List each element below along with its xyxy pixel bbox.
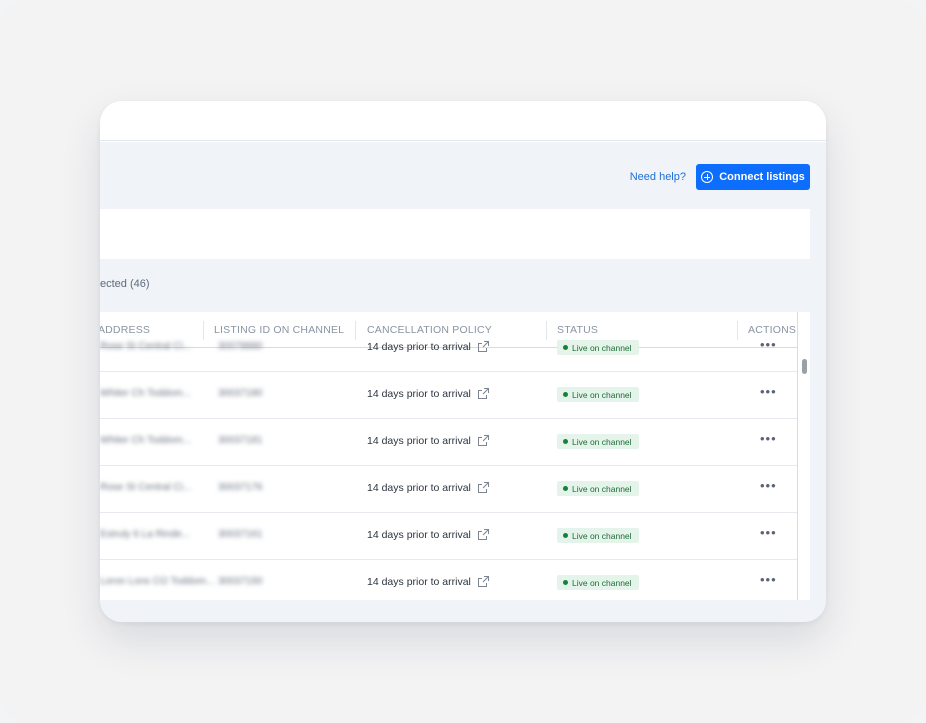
status-dot-icon: [563, 392, 568, 397]
top-bar: [100, 101, 826, 141]
status-badge: Live on channel: [557, 575, 639, 590]
status-badge: Live on channel: [557, 340, 639, 355]
status-dot-icon: [563, 486, 568, 491]
status-dot-icon: [563, 345, 568, 350]
more-actions-icon[interactable]: •••: [760, 526, 777, 539]
more-actions-icon[interactable]: •••: [760, 385, 777, 398]
row-address: Rose St Central Ci...: [100, 482, 192, 493]
page-header: Need help? Connect listings: [100, 164, 810, 190]
row-address: Estruly 6 La Rinde...: [100, 529, 191, 540]
listings-table: 'S ADDRESS LISTING ID ON CHANNEL CANCELL…: [100, 312, 810, 600]
row-cancellation-policy[interactable]: 14 days prior to arrival: [367, 481, 490, 494]
table-row[interactable]: Rose St Central Ci... 30037176 14 days p…: [100, 466, 797, 513]
row-address: Loron Lons CO Toddom...: [100, 576, 215, 587]
policy-text: 14 days prior to arrival: [367, 434, 471, 447]
status-dot-icon: [563, 439, 568, 444]
policy-text: 14 days prior to arrival: [367, 481, 471, 494]
need-help-link[interactable]: Need help?: [630, 171, 686, 183]
row-listing-id: 30037150: [218, 576, 263, 587]
status-text: Live on channel: [572, 436, 632, 447]
selected-count: ected (46): [100, 278, 150, 290]
more-actions-icon[interactable]: •••: [760, 479, 777, 492]
row-cancellation-policy[interactable]: 14 days prior to arrival: [367, 434, 490, 447]
row-listing-id: 30037181: [218, 435, 263, 446]
row-address: Whiter Ch Toddom...: [100, 388, 191, 399]
row-listing-id: 30037161: [218, 529, 263, 540]
filter-bar: [100, 209, 810, 259]
external-link-icon[interactable]: [477, 575, 490, 588]
row-listing-id: 30037180: [218, 388, 263, 399]
external-link-icon[interactable]: [477, 340, 490, 353]
status-text: Live on channel: [572, 342, 632, 353]
policy-text: 14 days prior to arrival: [367, 528, 471, 541]
app-window: Need help? Connect listings ected (46) '…: [100, 101, 826, 622]
more-actions-icon[interactable]: •••: [760, 338, 777, 351]
policy-text: 14 days prior to arrival: [367, 387, 471, 400]
row-cancellation-policy[interactable]: 14 days prior to arrival: [367, 575, 490, 588]
policy-text: 14 days prior to arrival: [367, 340, 471, 353]
connect-listings-label: Connect listings: [719, 171, 805, 183]
table-row[interactable]: Estruly 6 La Rinde... 30037161 14 days p…: [100, 513, 797, 560]
row-address: Rose St Central Ci...: [100, 341, 192, 352]
policy-text: 14 days prior to arrival: [367, 575, 471, 588]
status-text: Live on channel: [572, 389, 632, 400]
row-cancellation-policy[interactable]: 14 days prior to arrival: [367, 528, 490, 541]
table-row[interactable]: Loron Lons CO Toddom... 30037150 14 days…: [100, 560, 797, 600]
row-address: Whiter Ch Toddom...: [100, 435, 191, 446]
status-text: Live on channel: [572, 577, 632, 588]
status-badge: Live on channel: [557, 434, 639, 449]
table-row[interactable]: Whiter Ch Toddom... 30037180 14 days pri…: [100, 372, 797, 419]
status-text: Live on channel: [572, 483, 632, 494]
table-row[interactable]: Rose St Central Ci... 30078880 14 days p…: [100, 325, 797, 372]
status-badge: Live on channel: [557, 481, 639, 496]
external-link-icon[interactable]: [477, 481, 490, 494]
main-content: Need help? Connect listings ected (46) '…: [100, 142, 826, 622]
row-cancellation-policy[interactable]: 14 days prior to arrival: [367, 340, 490, 353]
row-cancellation-policy[interactable]: 14 days prior to arrival: [367, 387, 490, 400]
more-actions-icon[interactable]: •••: [760, 573, 777, 586]
external-link-icon[interactable]: [477, 387, 490, 400]
status-text: Live on channel: [572, 530, 632, 541]
table-row[interactable]: Whiter Ch Toddom... 30037181 14 days pri…: [100, 419, 797, 466]
more-actions-icon[interactable]: •••: [760, 432, 777, 445]
status-badge: Live on channel: [557, 387, 639, 402]
scrollbar-thumb[interactable]: [802, 359, 807, 374]
row-listing-id: 30078880: [218, 341, 263, 352]
status-badge: Live on channel: [557, 528, 639, 543]
external-link-icon[interactable]: [477, 434, 490, 447]
external-link-icon[interactable]: [477, 528, 490, 541]
status-dot-icon: [563, 533, 568, 538]
plus-circle-icon: [701, 171, 714, 183]
status-dot-icon: [563, 580, 568, 585]
connect-listings-button[interactable]: Connect listings: [696, 164, 810, 190]
scrollbar-track[interactable]: [797, 312, 798, 600]
row-listing-id: 30037176: [218, 482, 263, 493]
